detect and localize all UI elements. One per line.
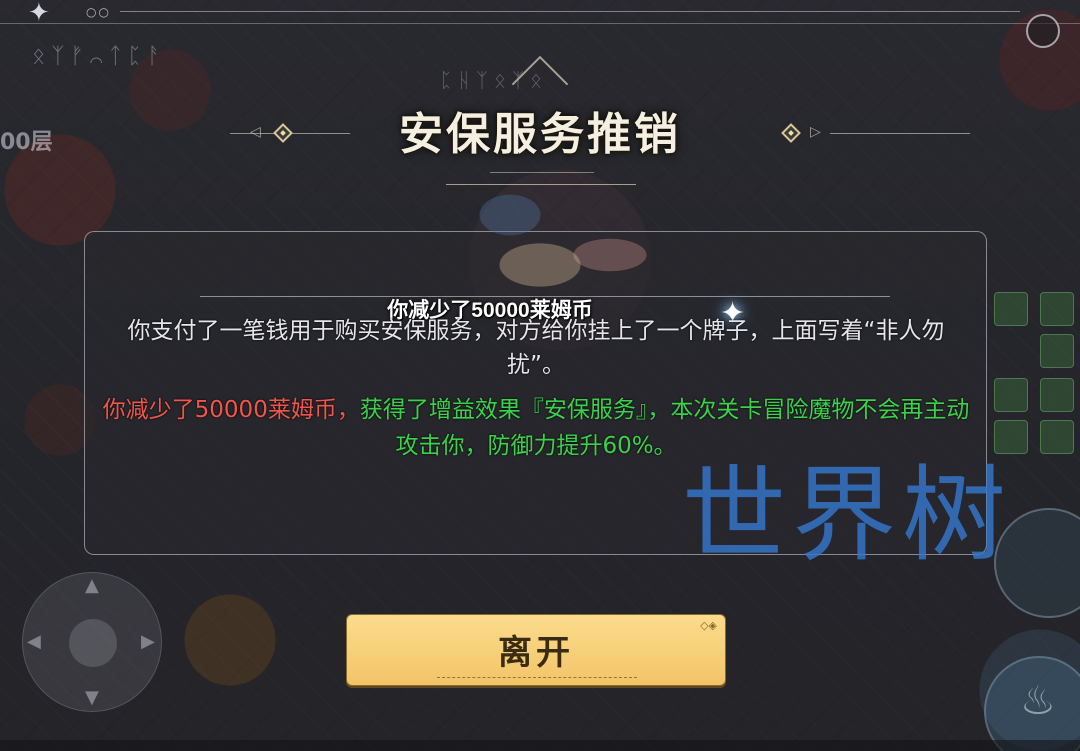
joystick-left-icon: ◀ xyxy=(27,631,41,652)
leave-button[interactable]: ◇◈ 离开 xyxy=(346,614,726,686)
effect-cost: 你减少了50000莱姆币， xyxy=(102,397,360,423)
ring-icons: ○○ xyxy=(86,5,111,19)
close-button[interactable] xyxy=(1026,14,1060,48)
effect-gain: 获得了增益效果『安保服务』，本次关卡冒险魔物不会再主动攻击你，防御力提升60%。 xyxy=(359,397,970,459)
buff-slot-icon[interactable] xyxy=(994,292,1028,326)
floor-counter: 00层 xyxy=(0,130,53,155)
buff-slot-icon[interactable] xyxy=(1040,292,1074,326)
arrow-right-icon: ▷ xyxy=(810,124,821,140)
title-frame-inner xyxy=(490,172,594,173)
watermark: 世界树 xyxy=(682,454,1013,576)
joystick-right-icon: ▶ xyxy=(141,631,155,652)
menu-star-icon[interactable]: ✦ xyxy=(28,0,50,26)
top-rune-bar: ✦ ○○ xyxy=(0,0,1080,26)
bottom-bar xyxy=(0,740,1080,751)
buff-slot-icon[interactable] xyxy=(994,378,1028,412)
dialog-title: 安保服务推销 xyxy=(399,109,681,160)
leave-button-label: 离开 xyxy=(498,633,574,673)
joystick-knob[interactable] xyxy=(69,619,117,667)
flame-icon: ♨ xyxy=(1020,678,1056,724)
title-line-right xyxy=(830,133,970,134)
joystick-up-icon: ▲ xyxy=(85,575,99,596)
top-divider xyxy=(120,11,1020,12)
event-description: 你支付了一笔钱用于购买安保服务，对方给你挂上了一个牌子，上面写着“非人勿扰”。 xyxy=(127,318,945,378)
buff-slot-icon[interactable] xyxy=(1040,334,1074,368)
joystick-down-icon: ▼ xyxy=(85,687,99,708)
button-dash-line xyxy=(437,677,637,678)
rune-text-top: ᛟᛉᚠ⌒ᛏᛈᚨ xyxy=(32,44,167,69)
buff-slot-icon[interactable] xyxy=(994,420,1028,454)
buff-slot-icon[interactable] xyxy=(1040,378,1074,412)
virtual-joystick[interactable]: ▲ ▼ ◀ ▶ xyxy=(22,572,162,712)
buff-slot-icon[interactable] xyxy=(1040,420,1074,454)
arrow-left-icon: ◁ xyxy=(250,124,261,140)
